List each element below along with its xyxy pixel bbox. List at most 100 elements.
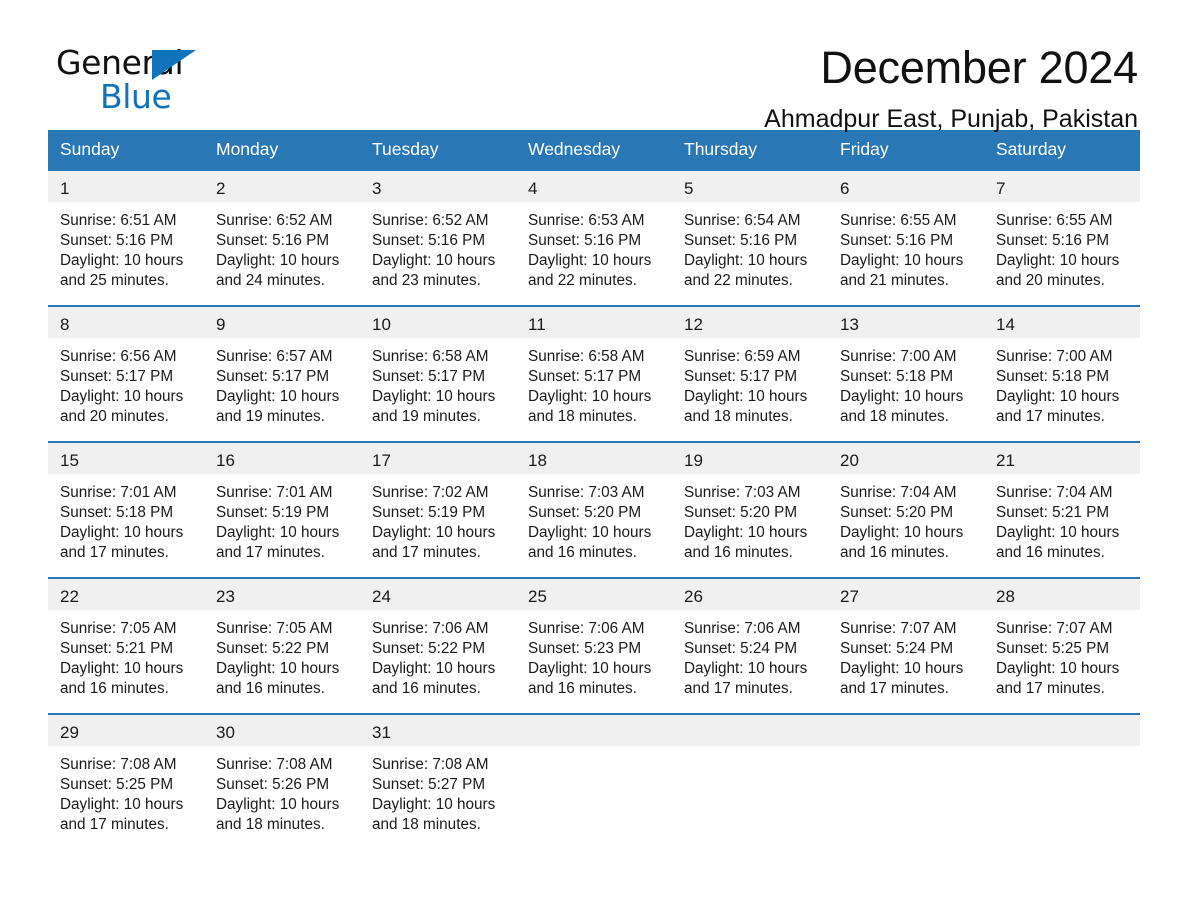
day-cell[interactable]: Sunrise: 6:53 AM Sunset: 5:16 PM Daylight:…: [516, 202, 672, 305]
day-cell[interactable]: Sunrise: 6:56 AM Sunset: 5:17 PM Daylight:…: [48, 338, 204, 441]
sunrise-text: Sunrise: 7:08 AM: [372, 755, 489, 773]
day-cell[interactable]: Sunrise: 7:07 AM Sunset: 5:24 PM Daylight:…: [828, 610, 984, 713]
day-cell[interactable]: Sunrise: 7:01 AM Sunset: 5:19 PM Daylight:…: [204, 474, 360, 577]
daylight-text: Daylight: 10 hours: [996, 523, 1120, 541]
day-cell[interactable]: Sunrise: 7:06 AM Sunset: 5:23 PM Daylight:…: [516, 610, 672, 713]
day-cell[interactable]: Sunrise: 6:55 AM Sunset: 5:16 PM Daylight:…: [984, 202, 1140, 305]
day-cell[interactable]: Sunrise: 7:00 AM Sunset: 5:18 PM Daylight:…: [984, 338, 1140, 441]
general-blue-logo[interactable]: General Blue: [56, 44, 206, 116]
day-number[interactable]: 4: [516, 171, 672, 202]
sunrise-text: Sunrise: 6:52 AM: [216, 211, 333, 229]
day-number[interactable]: 29: [48, 715, 204, 746]
sunset-text: Sunset: 5:16 PM: [372, 231, 486, 249]
day-number[interactable]: 11: [516, 307, 672, 338]
day-number[interactable]: 17: [360, 443, 516, 474]
sunset-text: Sunset: 5:21 PM: [60, 639, 174, 657]
day-cell[interactable]: Sunrise: 7:04 AM Sunset: 5:20 PM Daylight:…: [828, 474, 984, 577]
day-cell[interactable]: Sunrise: 6:55 AM Sunset: 5:16 PM Daylight:…: [828, 202, 984, 305]
day-number[interactable]: 18: [516, 443, 672, 474]
day-cell[interactable]: Sunrise: 7:03 AM Sunset: 5:20 PM Daylight:…: [672, 474, 828, 577]
day-detail-row: Sunrise: 7:08 AM Sunset: 5:25 PM Daylight:…: [48, 745, 1140, 849]
day-number[interactable]: 10: [360, 307, 516, 338]
day-number[interactable]: 24: [360, 579, 516, 610]
day-cell[interactable]: Sunrise: 7:00 AM Sunset: 5:18 PM Daylight:…: [828, 338, 984, 441]
sunset-text: Sunset: 5:24 PM: [840, 639, 954, 657]
day-number[interactable]: 22: [48, 579, 204, 610]
daylight-text: Daylight: 10 hours: [996, 659, 1120, 677]
daylight-text: Daylight: 10 hours: [216, 523, 340, 541]
daylight-text: Daylight: 10 hours: [840, 387, 964, 405]
day-number[interactable]: 21: [984, 443, 1140, 474]
day-number[interactable]: 23: [204, 579, 360, 610]
daylight-text: and 19 minutes.: [216, 408, 325, 426]
day-number[interactable]: 5: [672, 171, 828, 202]
day-number[interactable]: 12: [672, 307, 828, 338]
calendar-page: General Blue December 2024 Ahmadpur East…: [0, 0, 1188, 918]
sunrise-text: Sunrise: 7:01 AM: [60, 483, 177, 501]
day-cell[interactable]: Sunrise: 7:04 AM Sunset: 5:21 PM Daylight:…: [984, 474, 1140, 577]
day-number[interactable]: 28: [984, 579, 1140, 610]
day-cell[interactable]: Sunrise: 7:08 AM Sunset: 5:26 PM Daylight:…: [204, 746, 360, 849]
sunset-text: Sunset: 5:18 PM: [840, 367, 954, 385]
day-cell[interactable]: Sunrise: 6:58 AM Sunset: 5:17 PM Daylight:…: [360, 338, 516, 441]
day-number[interactable]: 25: [516, 579, 672, 610]
logo-text-blue: Blue: [100, 77, 172, 116]
day-cell-empty: [516, 746, 672, 849]
daylight-text: and 16 minutes.: [996, 544, 1105, 562]
day-cell[interactable]: Sunrise: 6:51 AM Sunset: 5:16 PM Daylight:…: [48, 202, 204, 305]
day-number[interactable]: 13: [828, 307, 984, 338]
daylight-text: Daylight: 10 hours: [60, 659, 184, 677]
day-number[interactable]: 16: [204, 443, 360, 474]
day-cell[interactable]: Sunrise: 6:52 AM Sunset: 5:16 PM Daylight:…: [204, 202, 360, 305]
sunrise-text: Sunrise: 6:55 AM: [840, 211, 957, 229]
day-cell[interactable]: Sunrise: 7:05 AM Sunset: 5:22 PM Daylight:…: [204, 610, 360, 713]
day-number[interactable]: 9: [204, 307, 360, 338]
day-cell[interactable]: Sunrise: 7:02 AM Sunset: 5:19 PM Daylight:…: [360, 474, 516, 577]
daylight-text: and 16 minutes.: [684, 544, 793, 562]
day-detail-row: Sunrise: 7:05 AM Sunset: 5:21 PM Daylight:…: [48, 609, 1140, 713]
day-cell[interactable]: Sunrise: 7:08 AM Sunset: 5:25 PM Daylight:…: [48, 746, 204, 849]
daylight-text: Daylight: 10 hours: [372, 251, 496, 269]
sunrise-text: Sunrise: 6:55 AM: [996, 211, 1113, 229]
title-block: December 2024 Ahmadpur East, Punjab, Pak…: [764, 44, 1138, 133]
sunset-text: Sunset: 5:23 PM: [528, 639, 642, 657]
day-cell[interactable]: Sunrise: 7:08 AM Sunset: 5:27 PM Daylight:…: [360, 746, 516, 849]
daylight-text: and 16 minutes.: [840, 544, 949, 562]
day-cell[interactable]: Sunrise: 6:54 AM Sunset: 5:16 PM Daylight:…: [672, 202, 828, 305]
day-cell[interactable]: Sunrise: 6:57 AM Sunset: 5:17 PM Daylight:…: [204, 338, 360, 441]
day-number[interactable]: 1: [48, 171, 204, 202]
daylight-text: and 23 minutes.: [372, 272, 481, 290]
daylight-text: and 18 minutes.: [528, 408, 637, 426]
sunset-text: Sunset: 5:26 PM: [216, 775, 330, 793]
day-cell[interactable]: Sunrise: 6:52 AM Sunset: 5:16 PM Daylight:…: [360, 202, 516, 305]
day-cell[interactable]: Sunrise: 6:58 AM Sunset: 5:17 PM Daylight:…: [516, 338, 672, 441]
sunrise-text: Sunrise: 7:04 AM: [996, 483, 1113, 501]
day-cell[interactable]: Sunrise: 7:03 AM Sunset: 5:20 PM Daylight:…: [516, 474, 672, 577]
day-number[interactable]: 31: [360, 715, 516, 746]
daylight-text: Daylight: 10 hours: [840, 251, 964, 269]
day-number[interactable]: 7: [984, 171, 1140, 202]
day-number[interactable]: 27: [828, 579, 984, 610]
day-cell[interactable]: Sunrise: 7:06 AM Sunset: 5:22 PM Daylight:…: [360, 610, 516, 713]
daylight-text: and 17 minutes.: [60, 816, 169, 834]
day-number-row: 8 9 10 11 12 13 14: [48, 306, 1140, 338]
weekday-header-wednesday: Wednesday: [528, 139, 621, 159]
day-number[interactable]: 6: [828, 171, 984, 202]
day-number[interactable]: 8: [48, 307, 204, 338]
day-number[interactable]: 19: [672, 443, 828, 474]
day-number[interactable]: 26: [672, 579, 828, 610]
day-number[interactable]: 30: [204, 715, 360, 746]
day-number[interactable]: 14: [984, 307, 1140, 338]
day-number[interactable]: 20: [828, 443, 984, 474]
day-cell[interactable]: Sunrise: 7:07 AM Sunset: 5:25 PM Daylight:…: [984, 610, 1140, 713]
day-cell[interactable]: Sunrise: 7:01 AM Sunset: 5:18 PM Daylight:…: [48, 474, 204, 577]
day-cell[interactable]: Sunrise: 7:06 AM Sunset: 5:24 PM Daylight:…: [672, 610, 828, 713]
sunrise-text: Sunrise: 7:01 AM: [216, 483, 333, 501]
calendar-week-row: 15 16 17 18 19 20 21 Sunrise: 7:01 AM Sunset: 5:…: [48, 440, 1140, 577]
day-cell[interactable]: Sunrise: 6:59 AM Sunset: 5:17 PM Daylight:…: [672, 338, 828, 441]
day-number[interactable]: 15: [48, 443, 204, 474]
day-cell[interactable]: Sunrise: 7:05 AM Sunset: 5:21 PM Daylight:…: [48, 610, 204, 713]
day-number[interactable]: 3: [360, 171, 516, 202]
day-number[interactable]: 2: [204, 171, 360, 202]
daylight-text: and 17 minutes.: [60, 544, 169, 562]
